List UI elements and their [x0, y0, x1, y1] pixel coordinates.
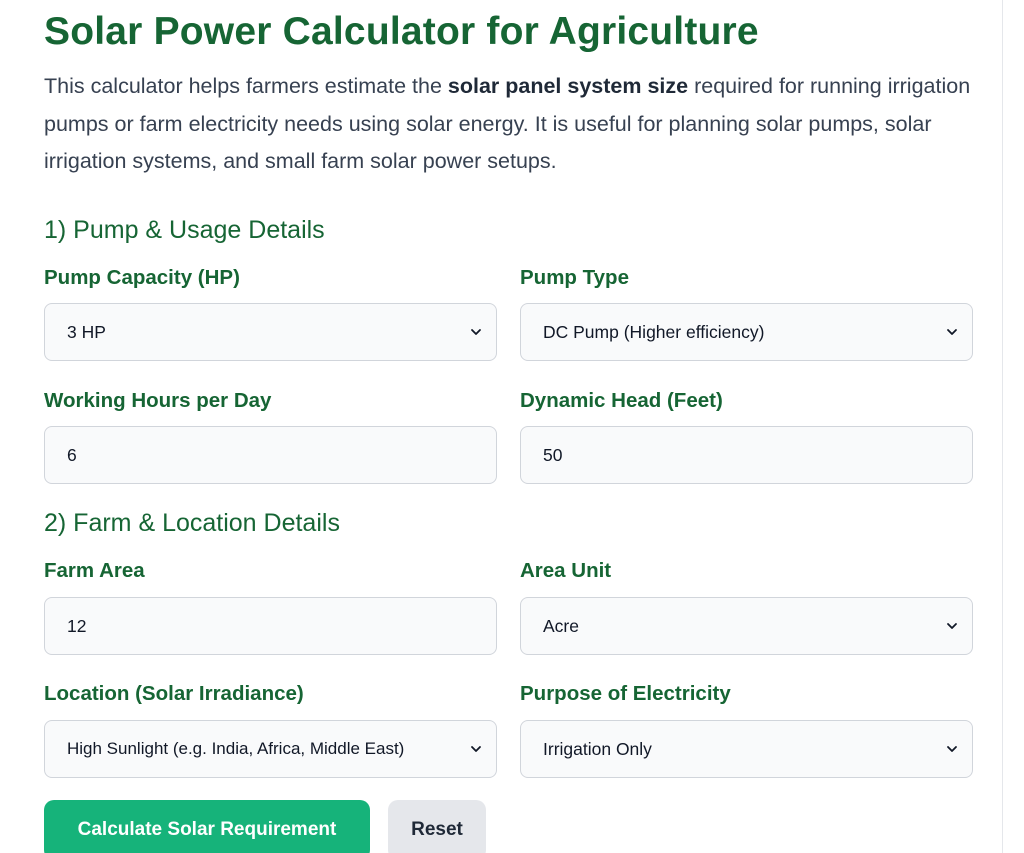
reset-button[interactable]: Reset — [388, 800, 486, 853]
intro-text: This calculator helps farmers estimate t… — [44, 68, 979, 181]
intro-text-bold: solar panel system size — [447, 74, 689, 98]
intro-text-start: This calculator helps farmers estimate t… — [44, 74, 448, 98]
area-unit-select[interactable]: Acre — [520, 597, 973, 655]
purpose-label: Purpose of Electricity — [520, 682, 731, 705]
chevron-down-icon — [471, 746, 481, 752]
purpose-value: Irrigation Only — [543, 738, 652, 759]
pump-capacity-value: 3 HP — [67, 321, 106, 342]
chevron-down-icon — [947, 329, 957, 335]
location-select[interactable]: High Sunlight (e.g. India, Africa, Middl… — [44, 720, 497, 778]
calculator-card: Solar Power Calculator for Agriculture T… — [0, 0, 1003, 853]
area-unit-label: Area Unit — [520, 559, 612, 582]
purpose-select[interactable]: Irrigation Only — [520, 720, 973, 778]
dynamic-head-label: Dynamic Head (Feet) — [520, 389, 723, 412]
chevron-down-icon — [947, 746, 957, 752]
page-title: Solar Power Calculator for Agriculture — [44, 10, 759, 53]
pump-type-label: Pump Type — [520, 266, 629, 289]
section-heading-pump: 1) Pump & Usage Details — [44, 216, 325, 244]
location-label: Location (Solar Irradiance) — [44, 682, 304, 705]
farm-area-input[interactable] — [44, 597, 497, 655]
working-hours-label: Working Hours per Day — [44, 389, 272, 412]
chevron-down-icon — [471, 329, 481, 335]
section-heading-farm: 2) Farm & Location Details — [44, 509, 340, 537]
working-hours-input[interactable] — [44, 426, 497, 484]
location-value: High Sunlight (e.g. India, Africa, Middl… — [67, 739, 405, 758]
chevron-down-icon — [947, 623, 957, 629]
pump-type-select[interactable]: DC Pump (Higher efficiency) — [520, 303, 973, 361]
area-unit-value: Acre — [543, 615, 579, 636]
pump-type-value: DC Pump (Higher efficiency) — [543, 321, 765, 342]
dynamic-head-input[interactable] — [520, 426, 973, 484]
farm-area-label: Farm Area — [44, 559, 145, 582]
calculate-button[interactable]: Calculate Solar Requirement — [44, 800, 370, 853]
pump-capacity-select[interactable]: 3 HP — [44, 303, 497, 361]
pump-capacity-label: Pump Capacity (HP) — [44, 266, 240, 289]
